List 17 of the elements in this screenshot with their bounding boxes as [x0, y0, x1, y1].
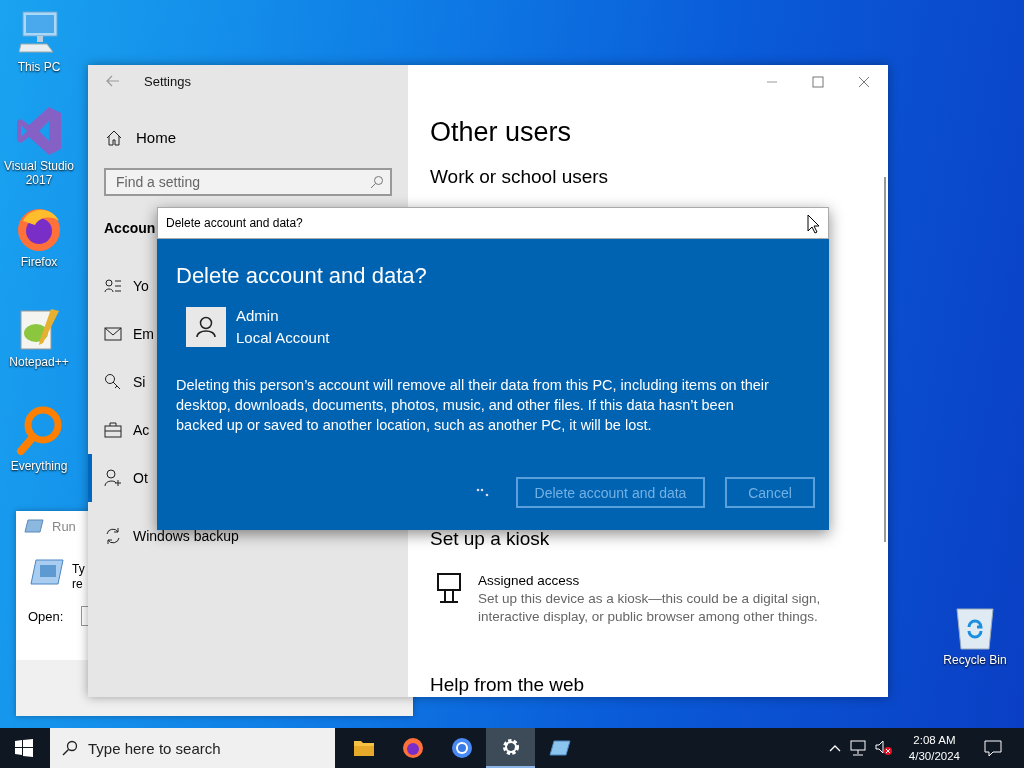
prompt-text: Ty [72, 562, 85, 577]
dialog-message: Deleting this person’s account will remove all their data from this PC, including items on their desktop, downloads, documents, photos, music, and other files. If this data hasn’t been backed up or saved to another location, such as another PC, it will be lost. [176, 376, 770, 435]
section-heading: Work or school users [430, 166, 610, 188]
section-heading: Help from the web [430, 674, 586, 696]
section-heading: Accoun [104, 220, 156, 236]
item-description: Set up this device as a kiosk—this could be a digital sign, interactive display, or public browser among other things. [478, 590, 822, 626]
window-title: Settings [144, 73, 191, 89]
item-title: Assigned access [478, 572, 581, 590]
account-type: Local Account [236, 328, 330, 348]
section-heading: Set up a kiosk [430, 528, 551, 550]
window-title: Run [52, 518, 76, 534]
open-label: Open: [28, 608, 64, 624]
dialog-title: Delete account and data? [166, 216, 303, 230]
page-title: Other users [430, 117, 573, 148]
account-name: Admin [236, 306, 280, 326]
prompt-text: re [72, 577, 83, 592]
dialog-heading: Delete account and data? [176, 263, 428, 289]
